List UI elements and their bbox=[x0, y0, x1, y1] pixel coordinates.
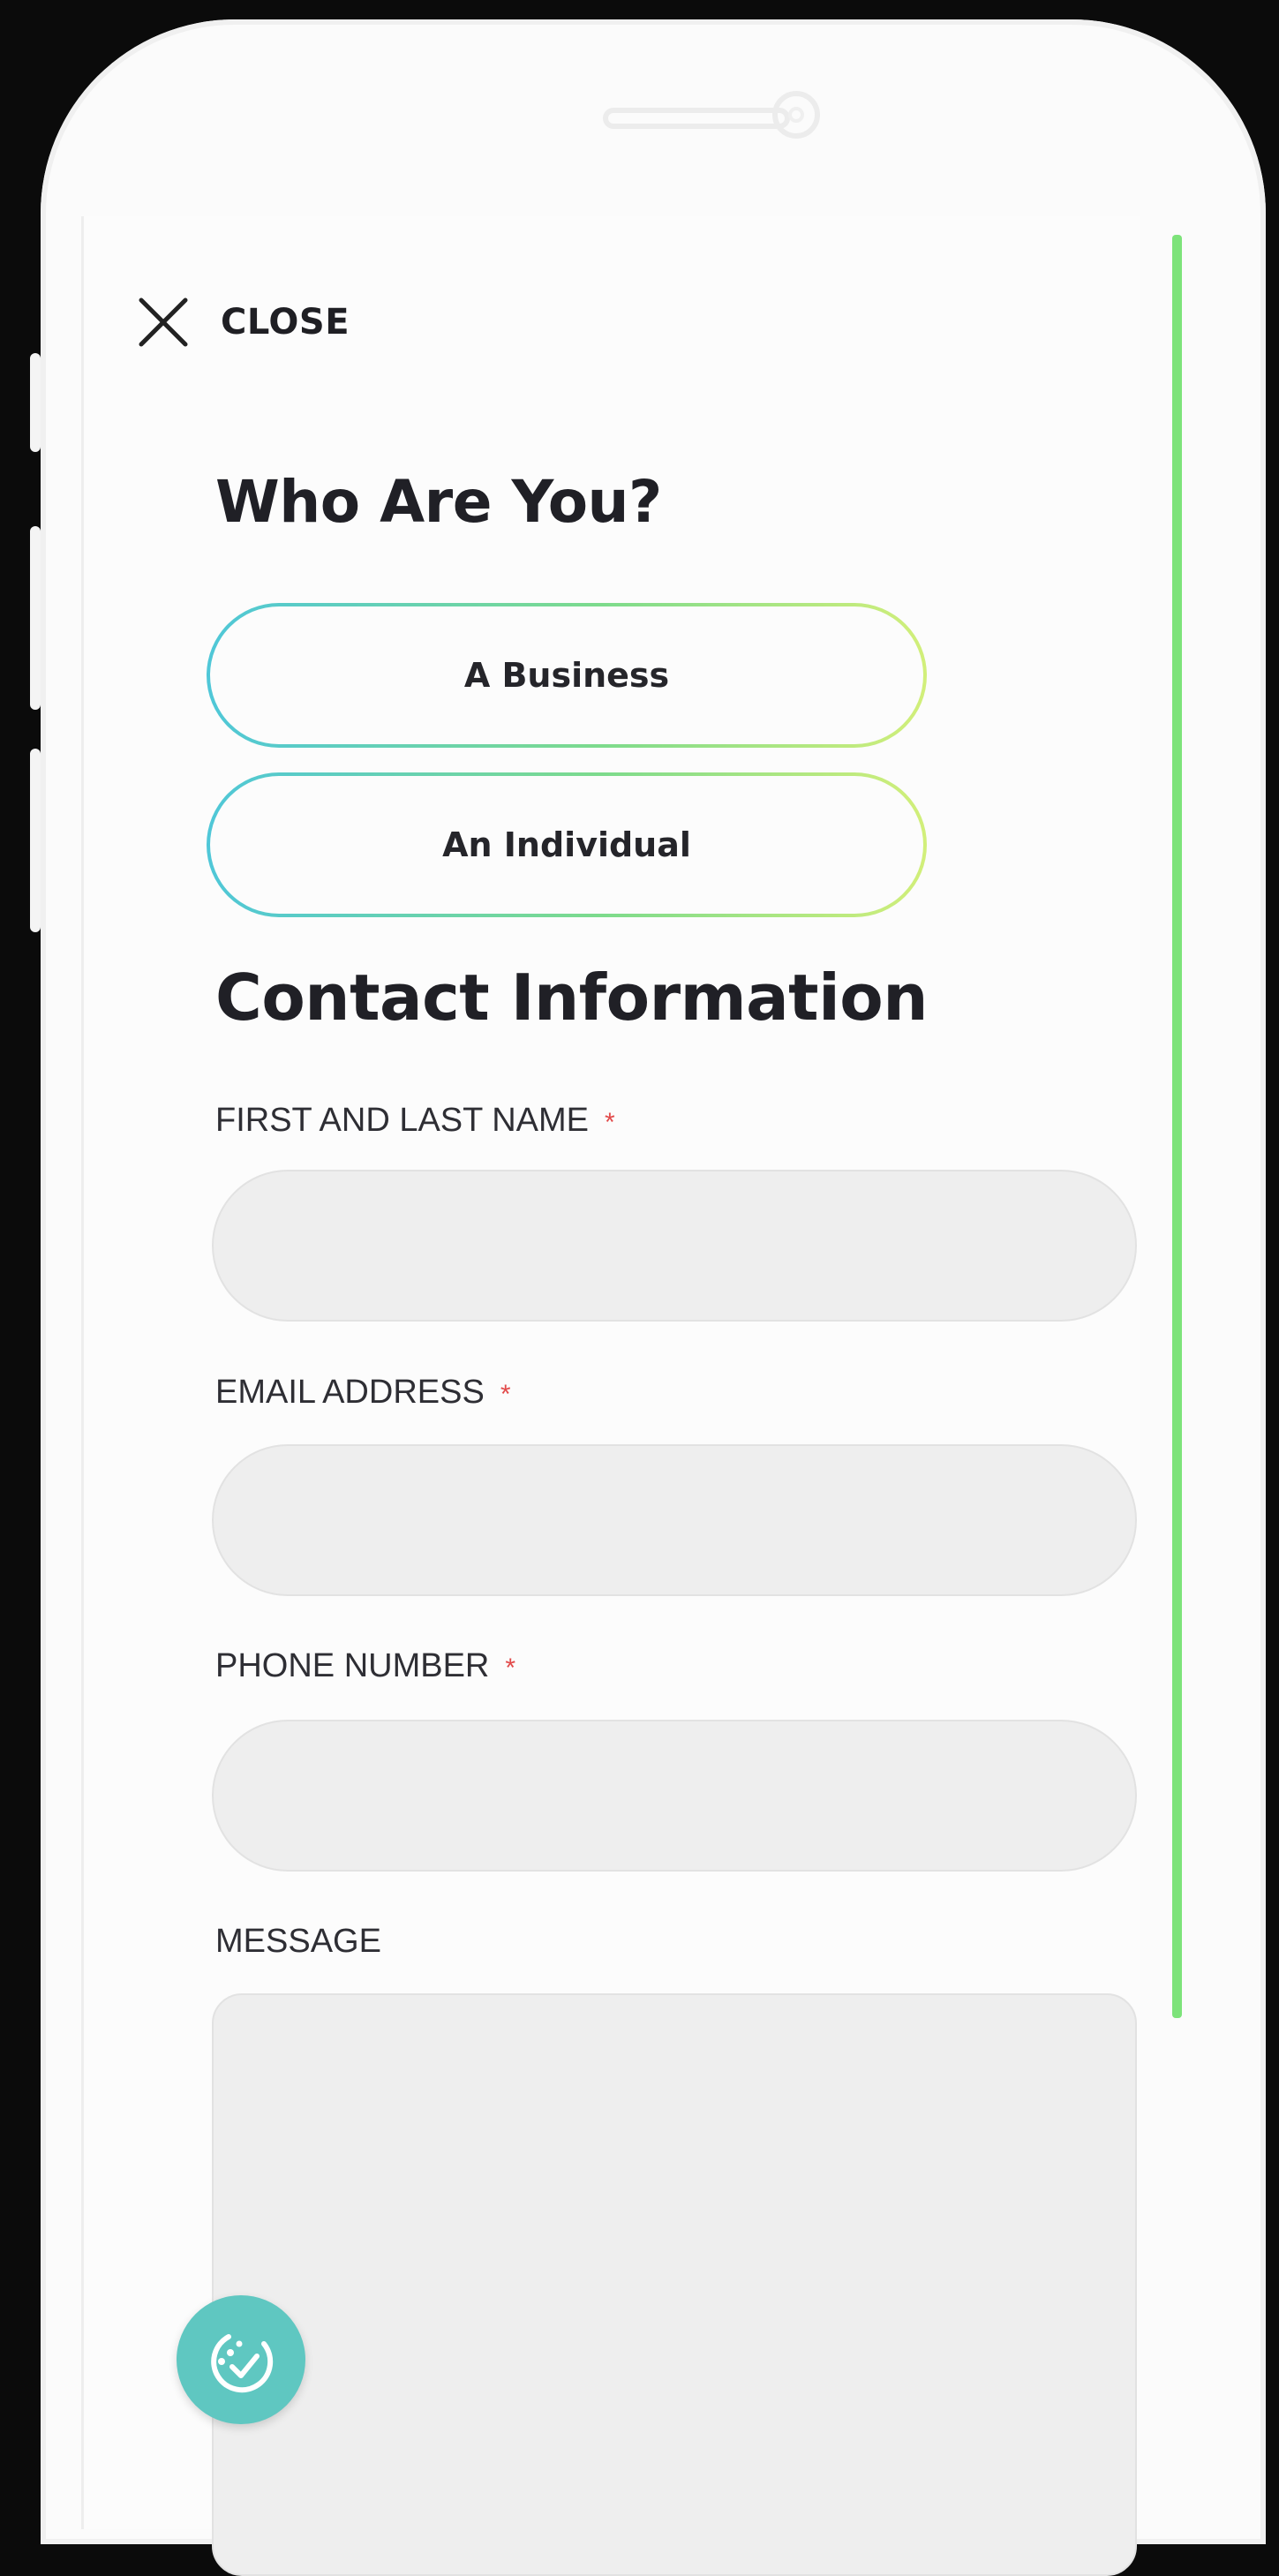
option-individual-label: An Individual bbox=[442, 825, 691, 864]
phone-field-label: PHONE NUMBER * bbox=[215, 1647, 515, 1685]
required-marker: * bbox=[505, 1653, 516, 1683]
volume-down-button bbox=[30, 749, 41, 932]
email-field-label: EMAIL ADDRESS * bbox=[215, 1374, 511, 1412]
front-camera bbox=[772, 91, 820, 139]
contact-information-heading: Contact Information bbox=[215, 960, 929, 1035]
who-are-you-heading: Who Are You? bbox=[215, 468, 662, 536]
option-business-label: A Business bbox=[463, 656, 670, 695]
required-marker: * bbox=[605, 1108, 615, 1137]
name-field[interactable] bbox=[212, 1170, 1137, 1322]
email-label-text: EMAIL ADDRESS bbox=[215, 1374, 485, 1411]
close-button[interactable]: CLOSE bbox=[136, 281, 350, 364]
volume-up-button bbox=[30, 526, 41, 710]
mute-switch bbox=[30, 353, 41, 452]
scrollbar[interactable] bbox=[1172, 235, 1182, 2018]
name-label-text: FIRST AND LAST NAME bbox=[215, 1102, 590, 1139]
earpiece-speaker bbox=[603, 108, 790, 129]
message-field[interactable] bbox=[212, 1993, 1137, 2576]
floating-action-button[interactable] bbox=[177, 2295, 305, 2424]
close-label: CLOSE bbox=[221, 302, 350, 343]
close-icon bbox=[139, 298, 188, 347]
message-field-label: MESSAGE bbox=[215, 1923, 381, 1961]
name-field-label: FIRST AND LAST NAME * bbox=[215, 1102, 615, 1140]
phone-field[interactable] bbox=[212, 1720, 1137, 1872]
required-marker: * bbox=[500, 1380, 511, 1409]
option-individual-button[interactable]: An Individual bbox=[207, 772, 927, 917]
option-business-button[interactable]: A Business bbox=[207, 603, 927, 748]
email-field[interactable] bbox=[212, 1444, 1137, 1596]
message-label-text: MESSAGE bbox=[215, 1923, 381, 1960]
phone-label-text: PHONE NUMBER bbox=[215, 1647, 490, 1684]
clean-check-icon bbox=[211, 2334, 274, 2393]
